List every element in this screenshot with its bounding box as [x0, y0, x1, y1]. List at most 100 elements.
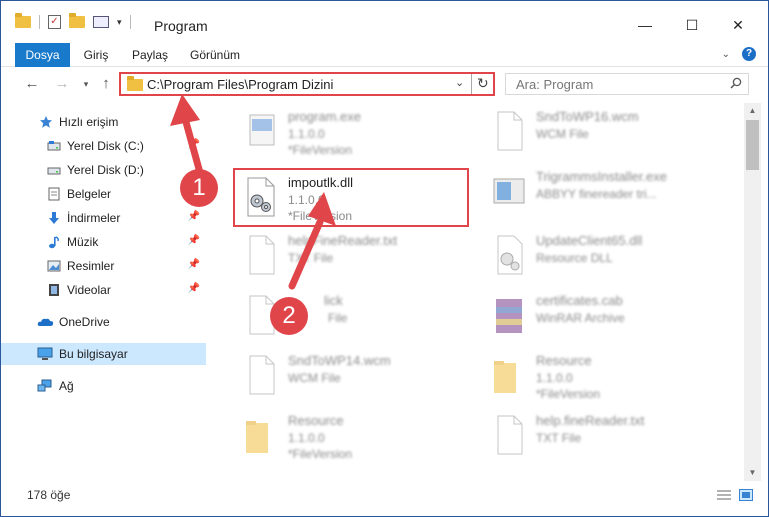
- file-type: TXT File: [536, 431, 582, 445]
- file-version: 1.1.0.0: [536, 371, 573, 385]
- properties-icon[interactable]: [93, 16, 109, 28]
- file-item[interactable]: program.exe 1.1.0.0 *FileVersion: [236, 103, 481, 161]
- vertical-scrollbar[interactable]: ▲ ▼: [744, 103, 761, 481]
- scroll-up-icon[interactable]: ▲: [744, 103, 761, 119]
- file-item[interactable]: UpdateClient65.dll Resource DLL: [484, 227, 729, 285]
- dll-gear-icon: [497, 235, 523, 275]
- ribbon-tabs: Dosya Giriş Paylaş Görünüm ⌄ ?: [1, 43, 768, 67]
- file-icon: [249, 355, 275, 395]
- file-type: Resource DLL: [536, 251, 613, 265]
- file-description: *FileVersion: [536, 387, 601, 401]
- details-view-icon[interactable]: [717, 489, 731, 501]
- folder-icon: [494, 361, 516, 393]
- search-placeholder: Ara: Program: [516, 77, 594, 92]
- drive-icon: [47, 167, 61, 175]
- file-icon: [497, 111, 523, 151]
- search-input[interactable]: Ara: Program: [505, 73, 749, 95]
- separator: [39, 15, 40, 29]
- sidebar-item-label: OneDrive: [59, 315, 110, 329]
- archive-icon: [496, 299, 522, 333]
- pin-icon[interactable]: 📌: [188, 283, 200, 294]
- sidebar-item-label: Belgeler: [67, 187, 112, 201]
- back-arrow-icon[interactable]: ←: [23, 75, 41, 93]
- file-type: WCM File: [288, 371, 341, 385]
- file-item[interactable]: certificates.cab WinRAR Archive: [484, 287, 729, 345]
- file-type: ABBYY finereader tri...: [536, 187, 657, 201]
- chevron-down-icon[interactable]: ⌄: [455, 76, 464, 89]
- sidebar-item-pictures[interactable]: Resimler 📌: [1, 255, 206, 277]
- tab-home[interactable]: Giriş: [81, 43, 111, 67]
- minimize-button[interactable]: —: [635, 15, 655, 35]
- up-arrow-icon[interactable]: ↑: [97, 75, 115, 93]
- file-version: 1.1.0.0: [288, 431, 325, 445]
- chevron-down-icon[interactable]: ⌄: [722, 49, 730, 60]
- file-name: SndToWP14.wcm: [288, 353, 391, 368]
- file-item[interactable]: SndToWP14.wcm WCM File: [236, 347, 481, 405]
- navigation-bar: ← → ▾ ↑ C:\Program Files\Program Dizini …: [1, 67, 768, 103]
- file-type: File: [328, 311, 348, 325]
- file-name: Resource: [536, 353, 592, 368]
- sidebar-item-this-pc[interactable]: Bu bilgisayar: [1, 343, 206, 365]
- pin-icon[interactable]: 📌: [188, 211, 200, 222]
- item-count: 178 öğe: [27, 488, 71, 502]
- file-item[interactable]: helpFineReader.txt TXT File: [236, 227, 481, 285]
- file-name: certificates.cab: [536, 293, 623, 308]
- star-icon: [40, 116, 52, 128]
- forward-arrow-icon[interactable]: →: [53, 75, 71, 93]
- folder-icon: [246, 421, 268, 453]
- refresh-icon[interactable]: ↻: [477, 75, 489, 92]
- download-icon: [49, 212, 59, 224]
- sidebar-item-label: Bu bilgisayar: [59, 347, 128, 361]
- tab-share[interactable]: Paylaş: [130, 43, 170, 67]
- drive-icon: [47, 141, 61, 151]
- callout-badge-2: 2: [270, 297, 308, 335]
- music-icon: [49, 236, 59, 249]
- file-item[interactable]: help.fineReader.txt TXT File: [484, 407, 729, 465]
- sidebar-item-network[interactable]: Ağ: [1, 375, 206, 397]
- file-item[interactable]: Resource 1.1.0.0 *FileVersion: [484, 347, 729, 405]
- sidebar-item-downloads[interactable]: İndirmeler 📌: [1, 207, 206, 229]
- file-type: WCM File: [536, 127, 589, 141]
- documents-icon: [48, 187, 60, 201]
- separator: [471, 74, 472, 94]
- sidebar-item-label: İndirmeler: [67, 211, 121, 225]
- sidebar-item-label: Videolar: [67, 283, 111, 297]
- file-name: TrigrammsInstaller.exe: [536, 169, 667, 184]
- file-item[interactable]: TrigrammsInstaller.exe ABBYY finereader …: [484, 163, 729, 221]
- cloud-icon: [37, 318, 54, 326]
- status-bar: 178 öğe: [1, 481, 768, 516]
- highlight-box: [233, 168, 469, 227]
- file-name: UpdateClient65.dll: [536, 233, 643, 248]
- qat-dropdown-icon[interactable]: ▾: [117, 17, 122, 28]
- sidebar-item-videos[interactable]: Videolar 📌: [1, 279, 206, 301]
- sidebar-item-music[interactable]: Müzik 📌: [1, 231, 206, 253]
- scroll-down-icon[interactable]: ▼: [744, 465, 761, 481]
- pin-icon[interactable]: 📌: [188, 259, 200, 270]
- sidebar-item-label: Yerel Disk (D:): [67, 163, 144, 177]
- explorer-window: ✓ ▾ Program — ☐ ✕ Dosya Giriş Paylaş Gör…: [0, 0, 769, 517]
- title-bar: ✓ ▾ Program — ☐ ✕: [1, 1, 768, 43]
- properties-check-icon[interactable]: ✓: [48, 15, 61, 29]
- exe-icon: [249, 114, 275, 146]
- file-description: *FileVersion: [288, 143, 353, 157]
- new-folder-icon[interactable]: [69, 13, 85, 28]
- file-item[interactable]: SndToWP16.wcm WCM File: [484, 103, 729, 161]
- tab-view[interactable]: Görünüm: [190, 43, 240, 67]
- file-name: Resource: [288, 413, 344, 428]
- window-title: Program: [154, 18, 208, 34]
- scroll-thumb[interactable]: [746, 120, 759, 170]
- large-icons-view-icon[interactable]: [739, 489, 753, 501]
- sidebar-item-label: Ağ: [59, 379, 74, 393]
- file-name: program.exe: [288, 109, 361, 124]
- file-item[interactable]: Resource 1.1.0.0 *FileVersion: [236, 407, 481, 465]
- separator: [129, 15, 131, 29]
- quick-access-toolbar: ✓ ▾: [15, 13, 131, 29]
- maximize-button[interactable]: ☐: [682, 15, 702, 35]
- help-icon[interactable]: ?: [742, 47, 756, 61]
- recent-locations-icon[interactable]: ▾: [77, 75, 95, 93]
- sidebar-item-onedrive[interactable]: OneDrive: [1, 311, 206, 333]
- pin-icon[interactable]: 📌: [188, 235, 200, 246]
- tab-file[interactable]: Dosya: [15, 43, 70, 67]
- network-icon: [37, 379, 52, 392]
- close-button[interactable]: ✕: [728, 15, 748, 35]
